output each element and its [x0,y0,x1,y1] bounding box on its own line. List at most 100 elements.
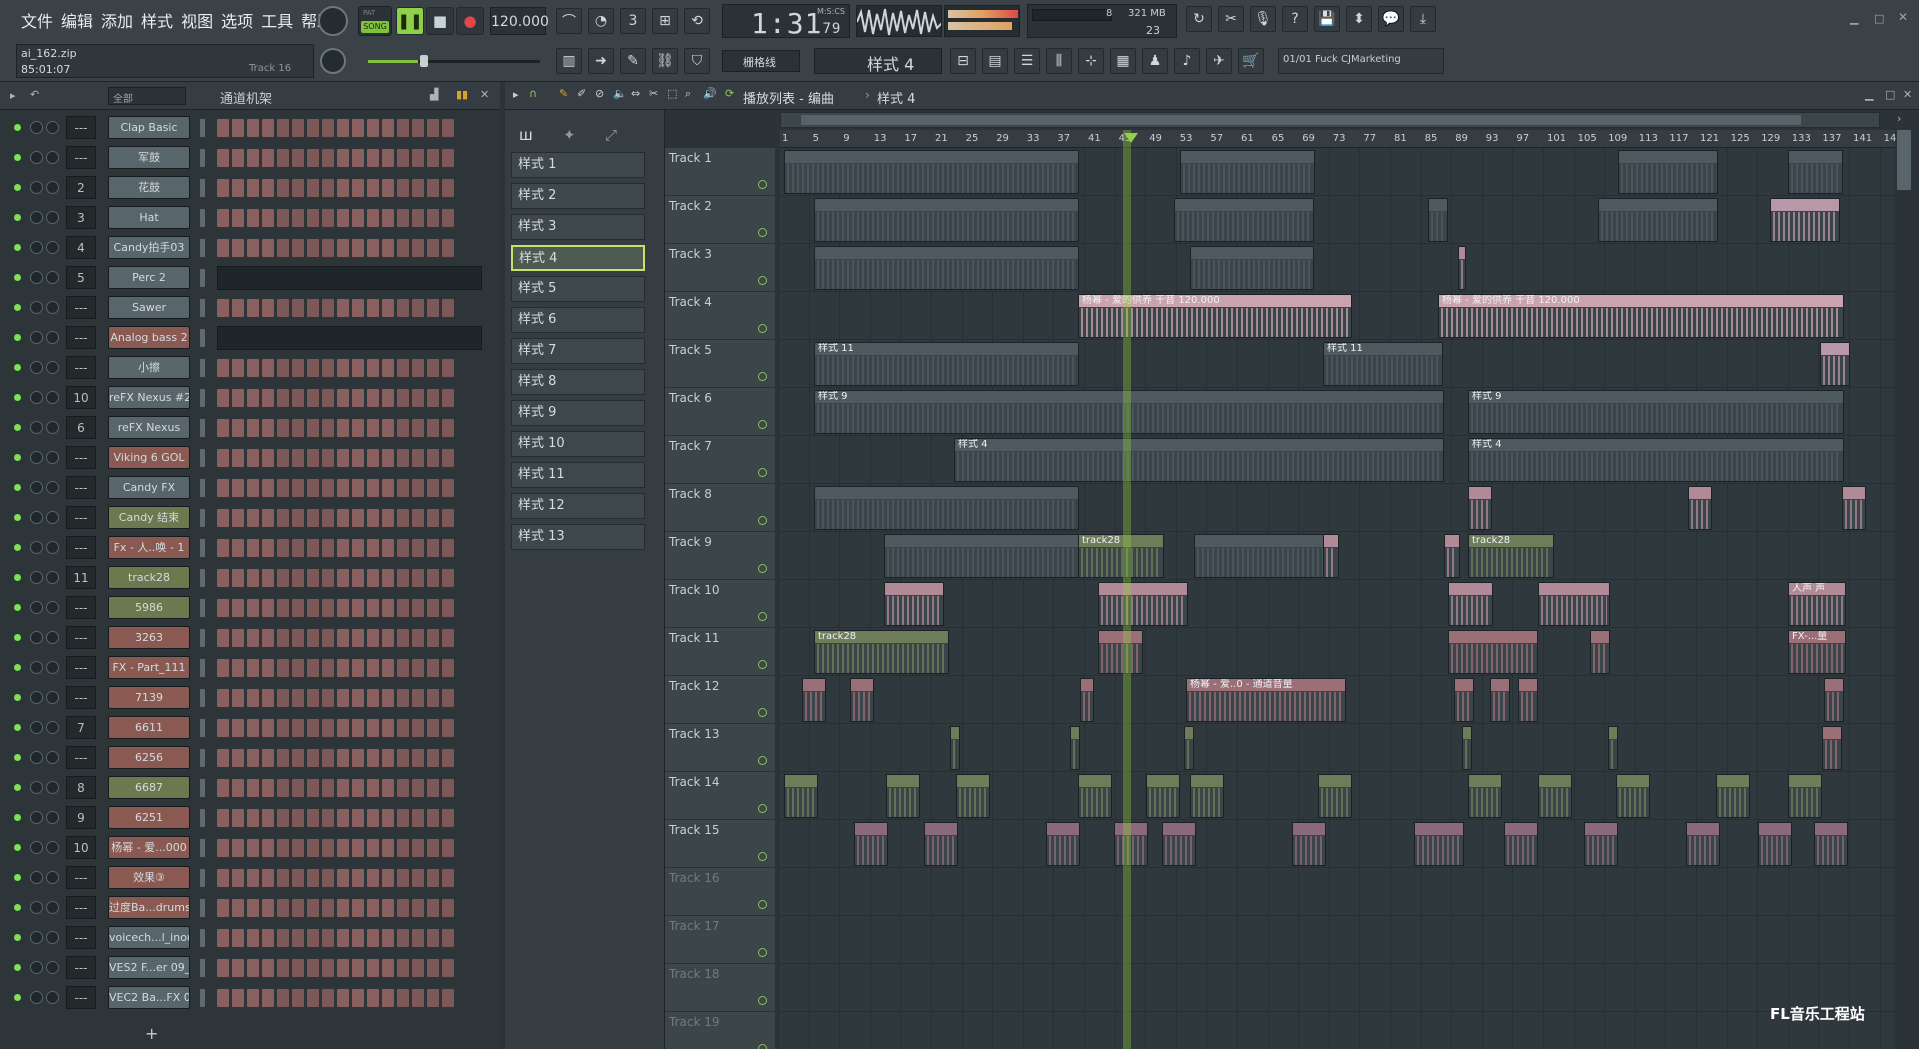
playlist-clip[interactable] [1598,198,1718,242]
step-view-icon[interactable]: ▮▮ [456,88,468,101]
playlist-clip[interactable] [924,822,958,866]
channel-select-bar[interactable] [200,959,205,977]
timeline-ruler[interactable]: 1 5 9 13 17 21 25 29 33 37 41 45 49 53 57 61 65 69 73 77 81 8… [780,130,1896,148]
step-sequencer[interactable] [217,659,482,677]
vertical-scrollbar[interactable] [1897,130,1911,190]
channel-select-bar[interactable] [200,659,205,677]
rack-close-icon[interactable]: ✕ [480,88,489,101]
track-header[interactable]: Track 10 [665,580,775,628]
channel-select-bar[interactable] [200,119,205,137]
channel-select-bar[interactable] [200,479,205,497]
volume-knob[interactable] [46,841,59,854]
channel-name-button[interactable]: reFX Nexus [108,416,190,439]
track-mute-led[interactable] [758,372,767,381]
channel-select-bar[interactable] [200,209,205,227]
pan-knob[interactable] [30,241,43,254]
playlist-clip[interactable] [956,774,990,818]
channel-led[interactable] [14,364,21,371]
playlist-clip[interactable]: 杨幂 - 爱..0 - 通道音量 [1186,678,1346,722]
step-sequencer[interactable] [217,779,482,797]
channel-row[interactable]: --- Viking 6 GOL [8,443,490,473]
piano-roll-icon[interactable]: ▥ [556,48,582,74]
playlist-clip[interactable] [784,774,818,818]
volume-knob[interactable] [46,331,59,344]
channel-select-bar[interactable] [200,299,205,317]
channel-led[interactable] [14,994,21,1001]
channel-led[interactable] [14,124,21,131]
menu-add[interactable]: 添加 [98,8,136,32]
channel-led[interactable] [14,754,21,761]
mixer-track-number[interactable]: 6 [66,416,96,439]
pat-song-toggle[interactable]: PAT SONG [358,6,392,36]
playlist-breadcrumb[interactable]: 样式 4 [877,88,915,107]
mixer-track-number[interactable]: --- [66,446,96,469]
track-header[interactable]: Track 8 [665,484,775,532]
playlist-maximize-icon[interactable]: □ [1885,88,1895,101]
playlist-clip[interactable]: FX-...量 [1788,630,1846,674]
track-mute-led[interactable] [758,1044,767,1049]
channel-led[interactable] [14,874,21,881]
playlist-clip[interactable] [950,726,960,770]
shop-icon[interactable]: 🛒 [1238,48,1264,74]
channel-row[interactable]: --- VEC2 Ba...FX 06 [8,983,490,1013]
channel-row[interactable]: --- Sawer [8,293,490,323]
pan-knob[interactable] [30,391,43,404]
pan-knob[interactable] [30,271,43,284]
channel-row[interactable]: 5 Perc 2 [8,263,490,293]
playlist-clip[interactable] [1444,534,1460,578]
channel-filter-select[interactable]: 全部 [108,87,186,105]
step-sequencer[interactable] [217,719,482,737]
playlist-clip[interactable] [1590,630,1610,674]
channel-row[interactable]: 4 Candy拍手03 [8,233,490,263]
pan-knob[interactable] [30,991,43,1004]
track-header[interactable]: Track 7 [665,436,775,484]
mixer-track-number[interactable]: --- [66,746,96,769]
pattern-item[interactable]: 样式 2 [511,183,645,209]
magnet-icon[interactable]: ∩ [529,87,537,100]
stamp-icon[interactable]: ⛉ [684,48,710,74]
playlist-clip[interactable] [1180,150,1315,194]
channel-led[interactable] [14,964,21,971]
pan-knob[interactable] [30,631,43,644]
track-mute-led[interactable] [758,516,767,525]
track-mute-led[interactable] [758,612,767,621]
channel-name-button[interactable]: VEC2 Ba...FX 06 [108,986,190,1009]
playlist-clip[interactable] [1098,630,1143,674]
mixer-track-number[interactable]: 11 [66,566,96,589]
channel-led[interactable] [14,154,21,161]
picker-pattern-icon[interactable]: ш [519,126,533,144]
channel-name-button[interactable]: Candy 结束 [108,506,190,529]
menu-edit[interactable]: 编辑 [58,8,96,32]
pan-knob[interactable] [30,301,43,314]
channel-select-bar[interactable] [200,809,205,827]
channel-row[interactable]: --- 3263 [8,623,490,653]
playlist-minimize-icon[interactable]: ▁ [1865,88,1873,101]
playlist-menu-icon[interactable]: ▸ [513,88,519,101]
channel-led[interactable] [14,544,21,551]
pattern-item[interactable]: 样式 9 [511,400,645,426]
volume-knob[interactable] [46,211,59,224]
step-sequencer[interactable] [217,929,482,947]
playlist-clip[interactable] [1323,534,1339,578]
track-mute-led[interactable] [758,228,767,237]
mixer-track-number[interactable]: --- [66,536,96,559]
channel-name-button[interactable]: track28 [108,566,190,589]
slice-tool-icon[interactable]: ✂ [649,87,658,100]
step-sequencer[interactable] [217,299,482,317]
channel-select-bar[interactable] [200,749,205,767]
playlist-clip[interactable]: 杨幂 - 爱的供养 干音 120.000 [1438,294,1844,338]
channel-led[interactable] [14,424,21,431]
channel-row[interactable]: 3 Hat [8,203,490,233]
touch-controller-icon[interactable]: ✈ [1206,48,1232,74]
track-mute-led[interactable] [758,996,767,1005]
channel-row[interactable]: 11 track28 [8,563,490,593]
playlist-clip[interactable] [1490,678,1510,722]
channel-row[interactable]: --- Candy FX [8,473,490,503]
tempo-display[interactable]: 120.000 [490,7,549,35]
channel-led[interactable] [14,694,21,701]
pattern-item[interactable]: 样式 11 [511,462,645,488]
channel-name-button[interactable]: Clap Basic [108,116,190,139]
playlist-clip[interactable]: 样式 4 [1468,438,1844,482]
countdown-icon[interactable]: 3 [620,8,646,34]
channel-name-button[interactable]: 3263 [108,626,190,649]
